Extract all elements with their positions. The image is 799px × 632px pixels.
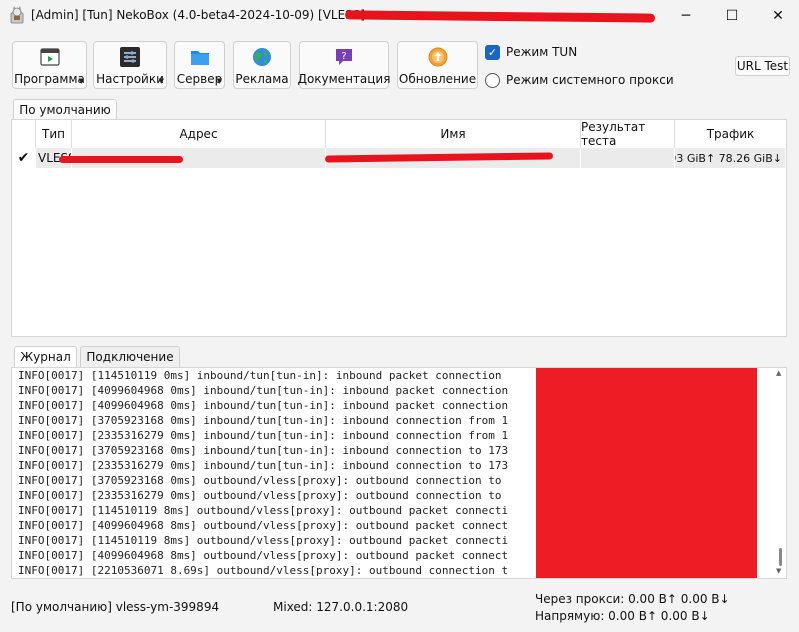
redaction-block bbox=[536, 368, 757, 578]
header-address[interactable]: Адрес bbox=[72, 120, 326, 148]
settings-icon bbox=[120, 47, 140, 67]
tab-connections[interactable]: Подключение bbox=[80, 346, 180, 367]
scrollbar-thumb[interactable] bbox=[779, 548, 782, 566]
ads-button[interactable]: Реклама bbox=[233, 41, 291, 89]
header-name[interactable]: Имя bbox=[326, 120, 581, 148]
log-line: INFO[0017] [2335316279 0ms] inbound/tun[… bbox=[18, 459, 509, 472]
log-panel[interactable]: INFO[0017] [114510119 0ms] inbound/tun[t… bbox=[11, 367, 787, 579]
title-bar: [Admin] [Tun] NekoBox (4.0-beta4-2024-10… bbox=[0, 0, 799, 32]
settings-label: Настройки bbox=[96, 72, 164, 86]
globe-icon bbox=[253, 48, 271, 66]
tun-mode-label: Режим TUN bbox=[506, 45, 578, 59]
log-line: INFO[0017] [4099604968 0ms] inbound/tun[… bbox=[18, 384, 509, 397]
log-line: INFO[0017] [2335316279 0ms] outbound/vle… bbox=[18, 489, 502, 502]
nekobox-app-icon bbox=[10, 6, 24, 24]
log-line: INFO[0017] [4099604968 8ms] outbound/vle… bbox=[18, 549, 509, 562]
program-button[interactable]: Программа ▼ bbox=[12, 41, 87, 89]
dropdown-caret-icon: ▼ bbox=[158, 77, 164, 85]
window-title: [Admin] [Tun] NekoBox (4.0-beta4-2024-10… bbox=[31, 8, 366, 22]
log-scrollbar[interactable]: ▲ ▼ bbox=[774, 368, 786, 578]
scroll-up-icon[interactable]: ▲ bbox=[776, 369, 781, 377]
dropdown-caret-icon: ▼ bbox=[78, 77, 84, 85]
docs-button[interactable]: ? Документация bbox=[297, 41, 391, 89]
server-button[interactable]: Сервер ▼ bbox=[174, 41, 225, 89]
svg-text:?: ? bbox=[341, 51, 346, 62]
log-line: INFO[0017] [2210536071 8.69s] outbound/v… bbox=[18, 564, 509, 577]
minimize-button[interactable]: ─ bbox=[663, 0, 709, 32]
settings-button[interactable]: Настройки ▼ bbox=[93, 41, 167, 89]
server-label: Сервер bbox=[176, 72, 223, 86]
update-label: Обновление bbox=[398, 72, 477, 86]
ads-label: Реклама bbox=[235, 72, 289, 86]
cell-test-result bbox=[581, 148, 675, 168]
status-mixed-port: Mixed: 127.0.0.1:2080 bbox=[273, 600, 409, 614]
docs-label: Документация bbox=[297, 72, 391, 86]
program-label: Программа bbox=[14, 72, 85, 86]
system-proxy-label: Режим системного прокси bbox=[506, 73, 674, 87]
cell-traffic: 1.93 GiB↑ 78.26 GiB↓ bbox=[675, 148, 786, 168]
log-line: INFO[0017] [3705923168 0ms] inbound/tun[… bbox=[18, 444, 509, 457]
update-icon bbox=[428, 47, 447, 67]
maximize-button[interactable]: ☐ bbox=[709, 0, 755, 32]
selected-checkmark-icon: ✔ bbox=[12, 148, 36, 168]
log-line: INFO[0017] [114510119 0ms] inbound/tun[t… bbox=[18, 369, 502, 382]
log-line: INFO[0017] [2335316279 0ms] inbound/tun[… bbox=[18, 429, 509, 442]
log-line: INFO[0017] [114510119 8ms] outbound/vles… bbox=[18, 504, 509, 517]
status-profile: [По умолчанию] vless-ym-399894 bbox=[11, 600, 220, 614]
docs-icon: ? bbox=[336, 49, 352, 65]
status-direct: Напрямую: 0.00 B↑ 0.00 B↓ bbox=[535, 609, 710, 623]
unchecked-box-icon bbox=[485, 72, 500, 88]
header-test-result[interactable]: Результат теста bbox=[581, 120, 675, 148]
log-line: INFO[0017] [114510119 8ms] outbound/vles… bbox=[18, 534, 509, 547]
log-line: INFO[0017] [4099604968 8ms] outbound/vle… bbox=[18, 519, 509, 532]
log-line: INFO[0017] [3705923168 0ms] inbound/tun[… bbox=[18, 414, 509, 427]
table-header: Тип Адрес Имя Результат теста Трафик bbox=[12, 120, 786, 148]
log-text: INFO[0017] [114510119 0ms] inbound/tun[t… bbox=[18, 368, 508, 578]
redaction-bar bbox=[59, 156, 183, 163]
scroll-down-icon[interactable]: ▼ bbox=[776, 567, 781, 575]
update-button[interactable]: Обновление bbox=[397, 41, 478, 89]
system-proxy-checkbox[interactable]: Режим системного прокси bbox=[485, 71, 674, 89]
header-traffic[interactable]: Трафик bbox=[675, 120, 786, 148]
dropdown-caret-icon: ▼ bbox=[216, 77, 222, 85]
server-table: Тип Адрес Имя Результат теста Трафик ✔ V… bbox=[11, 119, 787, 337]
status-via-proxy: Через прокси: 0.00 B↑ 0.00 B↓ bbox=[535, 592, 730, 606]
log-line: INFO[0017] [3705923168 0ms] outbound/vle… bbox=[18, 474, 502, 487]
log-line: INFO[0017] [4099604968 0ms] inbound/tun[… bbox=[18, 399, 509, 412]
header-mark-column bbox=[12, 120, 36, 148]
tab-journal[interactable]: Журнал bbox=[14, 346, 77, 367]
program-icon bbox=[39, 48, 60, 66]
checkmark-icon: ✓ bbox=[485, 44, 500, 60]
close-button[interactable]: ✕ bbox=[755, 0, 799, 32]
url-test-button[interactable]: URL Test bbox=[735, 56, 790, 76]
tun-mode-checkbox[interactable]: ✓ Режим TUN bbox=[485, 43, 577, 61]
tab-default-group[interactable]: По умолчанию bbox=[13, 99, 117, 119]
header-type[interactable]: Тип bbox=[36, 120, 72, 148]
redaction-bar bbox=[344, 10, 656, 23]
server-icon bbox=[190, 51, 209, 65]
